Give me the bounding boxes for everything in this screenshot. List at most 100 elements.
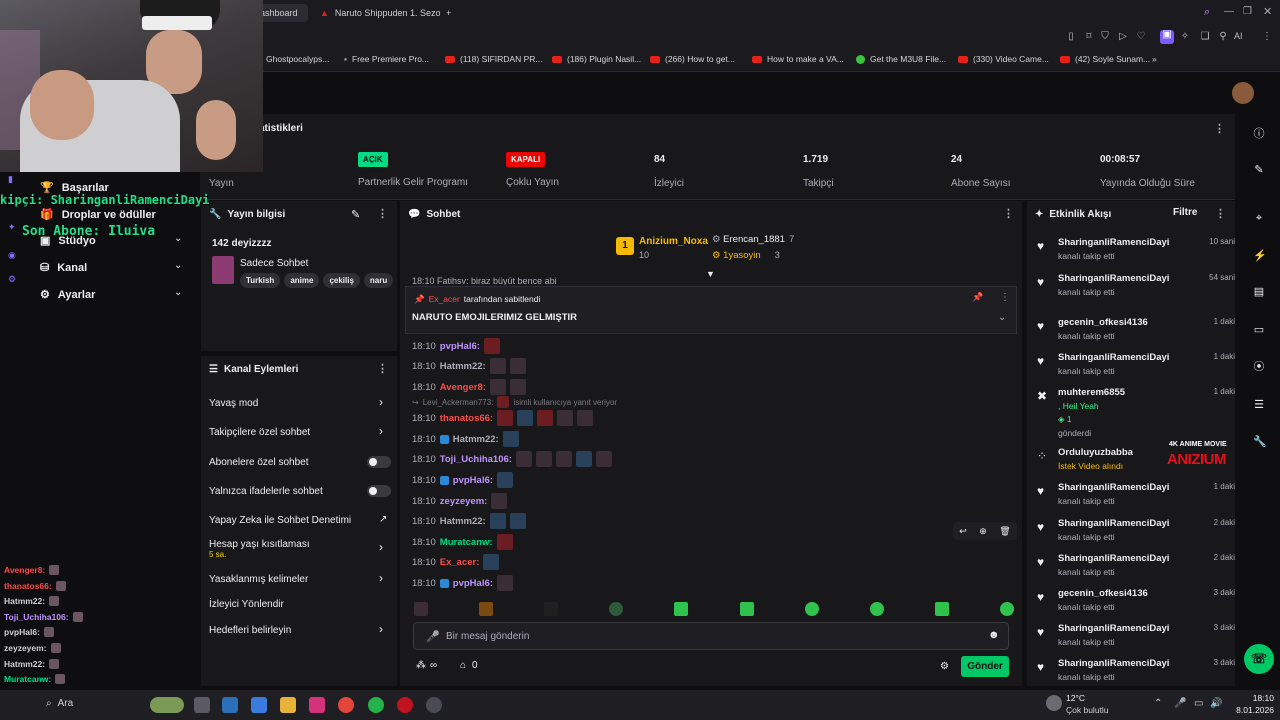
activity-item[interactable]: ♥ SharinganliRamenciDayi kanalı takip etti… [1037, 352, 1235, 376]
obs-icon[interactable] [426, 697, 442, 713]
chat-input[interactable]: 🎤 Bir mesaj gönderin ☻ [413, 622, 1009, 650]
edit-icon[interactable]: ✎ [351, 208, 360, 221]
chevron-right-icon[interactable]: › [379, 571, 383, 585]
message-user[interactable]: pvpHal6: [440, 341, 480, 352]
send-button[interactable]: Gönder [961, 656, 1009, 677]
emote[interactable] [869, 602, 884, 616]
more-icon[interactable]: ⋮ [1000, 292, 1010, 303]
activity-item[interactable]: ♥ SharinganliRamenciDayi kanalı takip etti… [1037, 658, 1235, 682]
clock-time[interactable]: 18:10 [1230, 693, 1274, 703]
ai-button[interactable]: AI [1234, 31, 1243, 41]
pinned-message[interactable]: 📌 Ex_acer tarafından sabitlendi NARUTO EMO… [405, 286, 1017, 334]
chat-message[interactable]: 18:10 pvpHal6: [412, 338, 500, 354]
reply-icon[interactable]: ↩ [959, 526, 967, 537]
shield-icon[interactable]: ⛉ [1100, 32, 1110, 42]
play-icon[interactable]: ▷ [1118, 32, 1128, 42]
chevron-right-icon[interactable]: › [379, 424, 383, 438]
action-ai-moderation[interactable]: Yapay Zeka ile Sohbet Denetimi [209, 515, 351, 526]
emote[interactable] [934, 602, 949, 616]
bookmark-item[interactable]: (118) SIFIRDAN PR... [445, 54, 543, 64]
mic-tray-icon[interactable]: 🎤 [1174, 698, 1186, 709]
copilot-icon[interactable] [251, 697, 267, 713]
chat-message[interactable]: 18:10 zeyzeyem: [412, 493, 508, 509]
activity-item[interactable]: ♥ SharinganliRamenciDayi kanalı takip etti… [1037, 482, 1235, 506]
message-user[interactable]: Muratcanw: [440, 537, 493, 548]
channel-points[interactable]: ⁂ ∞ [416, 660, 437, 671]
emote[interactable] [414, 602, 428, 616]
bookmark-item[interactable]: (186) Plugin Nasil... [552, 54, 641, 64]
twitch-icon[interactable]: ▮ [8, 174, 18, 184]
emote[interactable] [609, 602, 624, 616]
emoji-icon[interactable]: ☻ [988, 629, 1000, 641]
stats-more-icon[interactable]: ⋮ [1214, 122, 1225, 135]
leader-name[interactable]: Erencan_1881 [723, 234, 785, 245]
leader-name[interactable]: 1yasoyin [723, 250, 761, 261]
mic-icon[interactable]: 🎤 [426, 630, 440, 643]
chat-bubble-icon[interactable]: ▭ [1253, 324, 1265, 336]
bookmark-item[interactable]: Get the M3U8 File... [856, 54, 946, 64]
emote[interactable] [544, 602, 559, 616]
tag[interactable]: Turkish [240, 273, 281, 288]
tag[interactable]: anime [284, 273, 320, 288]
delete-icon[interactable]: 🗑 [999, 526, 1010, 537]
explorer-icon[interactable] [280, 697, 296, 713]
bookmark-item[interactable]: (266) How to get... [650, 54, 735, 64]
chat-message[interactable]: 18:10 Avenger8: [412, 379, 526, 395]
activity-item[interactable]: ♥ SharinganliRamenciDayi kanalı takip etti… [1037, 273, 1235, 297]
nav-settings[interactable]: ⚙ Ayarlar [40, 288, 95, 302]
bookmark-item[interactable]: (42) Soyle Sunam... [1060, 54, 1150, 64]
save-icon[interactable]: ⌑ [1084, 32, 1094, 42]
pin-icon[interactable]: ⚲ [1218, 32, 1228, 42]
chat-message[interactable]: 18:10 pvpHal6: [412, 575, 513, 591]
message-user[interactable]: Hatmm22: [440, 361, 486, 372]
chevron-right-icon[interactable]: › [379, 540, 383, 554]
weather-temp[interactable]: 12°C [1066, 693, 1085, 703]
collapse-icon[interactable]: ▼ [706, 269, 715, 279]
bookmarks-overflow[interactable]: » [1152, 54, 1157, 64]
activity-item[interactable]: ✖ muhterem6855, Heil Yeah ◈ 1 gönderdi 1 dak… [1037, 387, 1235, 438]
minimize-icon[interactable]: — [1224, 6, 1234, 17]
taskview-icon[interactable] [194, 697, 210, 713]
bookmark-item[interactable]: (330) Video Came... [958, 54, 1049, 64]
nav-channel[interactable]: ⛁ Kanal [40, 261, 87, 275]
chevron-right-icon[interactable]: › [379, 622, 383, 636]
taskbar-search[interactable]: ⌕ Ara [46, 698, 73, 709]
emote[interactable] [674, 602, 689, 616]
copy-icon[interactable]: ❏ [1200, 32, 1210, 42]
bookmark-item[interactable]: ▪ Free Premiere Pro... [344, 54, 429, 64]
more-icon[interactable]: ⋮ [377, 207, 388, 220]
bookmark-icon[interactable]: ▯ [1066, 32, 1076, 42]
message-user[interactable]: Toji_Uchiha106: [440, 454, 512, 465]
chat-message[interactable]: 18:10 Toji_Uchiha106: [412, 451, 612, 467]
more-icon[interactable]: ⋮ [1215, 207, 1226, 220]
activity-item[interactable]: ♥ gecenin_ofkesi4136 kanalı takip etti 1 da… [1037, 317, 1235, 341]
leader-name[interactable]: Anizium_Noxa [639, 236, 708, 247]
action-account-age[interactable]: Hesap yaşı kısıtlaması [209, 539, 310, 550]
emote-only-toggle[interactable] [367, 485, 391, 497]
manager-icon[interactable]: ☰ [1253, 399, 1265, 411]
app-icon[interactable] [222, 697, 238, 713]
chat-message[interactable]: 18:10 pvpHal6: [412, 472, 513, 488]
volume-icon[interactable]: 🔊 [1210, 698, 1222, 709]
pin-icon[interactable]: ⊕ [979, 526, 987, 537]
tools-icon[interactable]: 🔧 [1253, 436, 1267, 448]
subs-only-toggle[interactable] [367, 456, 391, 468]
emote[interactable] [804, 602, 819, 616]
target-icon[interactable]: ◉ [8, 250, 18, 260]
emote[interactable] [999, 602, 1014, 616]
action-banned-words[interactable]: Yasaklanmış kelimeler [209, 574, 308, 585]
extension-icon[interactable]: ▣ [1160, 30, 1174, 44]
chat-message[interactable]: 18:10 Hatmm22: [412, 513, 526, 529]
tag[interactable]: naru [363, 273, 394, 288]
chat-message[interactable]: 18:10 Ex_acer: [412, 554, 500, 570]
settings-icon[interactable]: ⚙ [940, 661, 949, 672]
chevron-down-icon[interactable]: ⌄ [174, 287, 182, 298]
chevron-down-icon[interactable]: ⌄ [998, 312, 1006, 323]
chat-message[interactable]: 18:10 thanatos66: [412, 410, 594, 426]
activity-item[interactable]: ♥ gecenin_ofkesi4136 kanalı takip etti 3 da… [1037, 588, 1235, 612]
emote[interactable] [739, 602, 754, 616]
message-user[interactable]: thanatos66: [440, 413, 493, 424]
stream-category[interactable]: Sadece Sohbet [240, 258, 308, 269]
pencil-icon[interactable]: ✎ [1253, 164, 1265, 176]
reply-context[interactable]: ↪ Levi_Ackerman773: isimli kullanıcıya yan… [412, 396, 617, 408]
